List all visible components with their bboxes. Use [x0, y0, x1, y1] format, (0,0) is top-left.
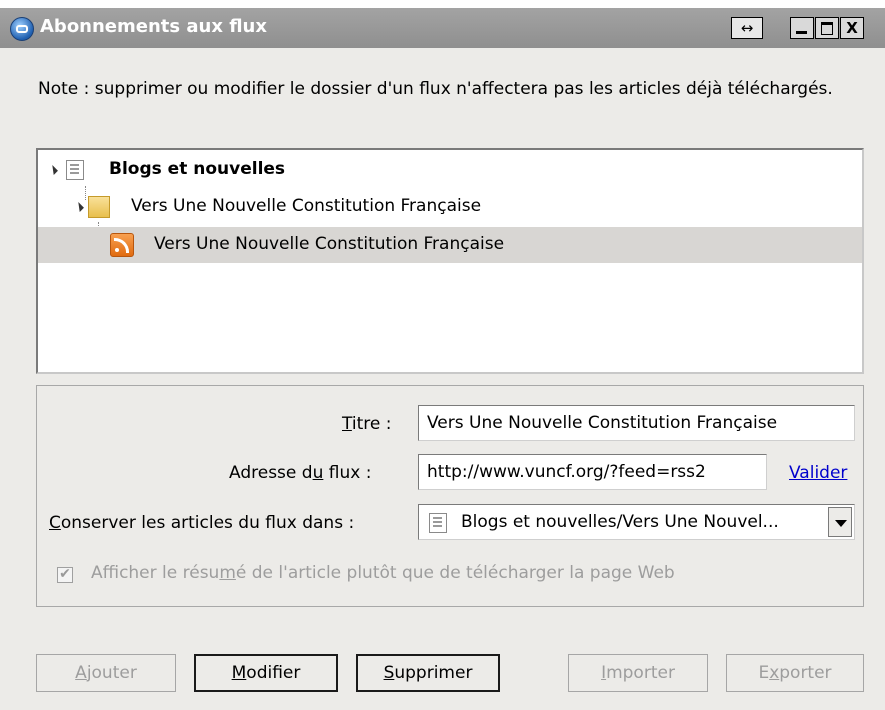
expand-triangle-icon[interactable]: [48, 165, 58, 175]
resize-button[interactable]: ↔: [731, 17, 763, 39]
feed-tree[interactable]: Blogs et nouvelles Vers Une Nouvelle Con…: [36, 148, 864, 374]
chevron-down-icon[interactable]: [828, 507, 852, 537]
title-label: Titre :: [342, 414, 392, 434]
tree-item-label: Vers Une Nouvelle Constitution Française: [154, 234, 505, 254]
summary-checkbox-label: Afficher le résumé de l'article plutôt q…: [91, 563, 675, 583]
add-button[interactable]: Ajouter: [36, 654, 176, 692]
folder-label: Conserver les articles du flux dans :: [49, 513, 355, 533]
modify-button[interactable]: Modifier: [194, 654, 338, 692]
window-title: Abonnements aux flux: [40, 16, 267, 37]
validate-link[interactable]: Valider: [789, 463, 847, 483]
maximize-button[interactable]: [815, 17, 839, 39]
title-bar[interactable]: Abonnements aux flux ↔ X: [0, 8, 885, 48]
app-icon: [10, 17, 34, 41]
folder-select-value: Blogs et nouvelles/Vers Une Nouvel...: [461, 512, 779, 532]
close-button[interactable]: X: [840, 17, 864, 39]
newspaper-icon: [429, 513, 447, 533]
tree-item-label: Vers Une Nouvelle Constitution Française: [131, 196, 482, 216]
url-label: Adresse du flux :: [229, 463, 372, 483]
newspaper-icon: [66, 160, 84, 180]
folder-icon: [88, 196, 110, 218]
minimize-button[interactable]: [790, 17, 814, 39]
rss-feed-icon: [110, 233, 134, 257]
tree-item-folder[interactable]: Vers Une Nouvelle Constitution Française: [38, 189, 862, 225]
note-text: Note : supprimer ou modifier le dossier …: [38, 79, 833, 99]
url-input[interactable]: http://www.vuncf.org/?feed=rss2: [418, 454, 767, 490]
folder-select[interactable]: Blogs et nouvelles/Vers Une Nouvel...: [418, 504, 855, 540]
close-icon: X: [846, 19, 858, 37]
tree-item-blogs[interactable]: Blogs et nouvelles: [38, 152, 862, 188]
feed-properties-group: Titre : Vers Une Nouvelle Constitution F…: [36, 385, 864, 607]
delete-button[interactable]: Supprimer: [356, 654, 500, 692]
export-button[interactable]: Exporter: [726, 654, 864, 692]
expand-triangle-icon[interactable]: [74, 202, 84, 212]
title-input[interactable]: Vers Une Nouvelle Constitution Française: [418, 405, 855, 441]
summary-checkbox[interactable]: ✔: [57, 567, 73, 583]
tree-item-label: Blogs et nouvelles: [109, 159, 286, 179]
tree-item-feed[interactable]: Vers Une Nouvelle Constitution Française: [38, 227, 862, 263]
feed-subscriptions-dialog: Abonnements aux flux ↔ X Note : supprime…: [0, 8, 885, 710]
import-button[interactable]: Importer: [568, 654, 708, 692]
